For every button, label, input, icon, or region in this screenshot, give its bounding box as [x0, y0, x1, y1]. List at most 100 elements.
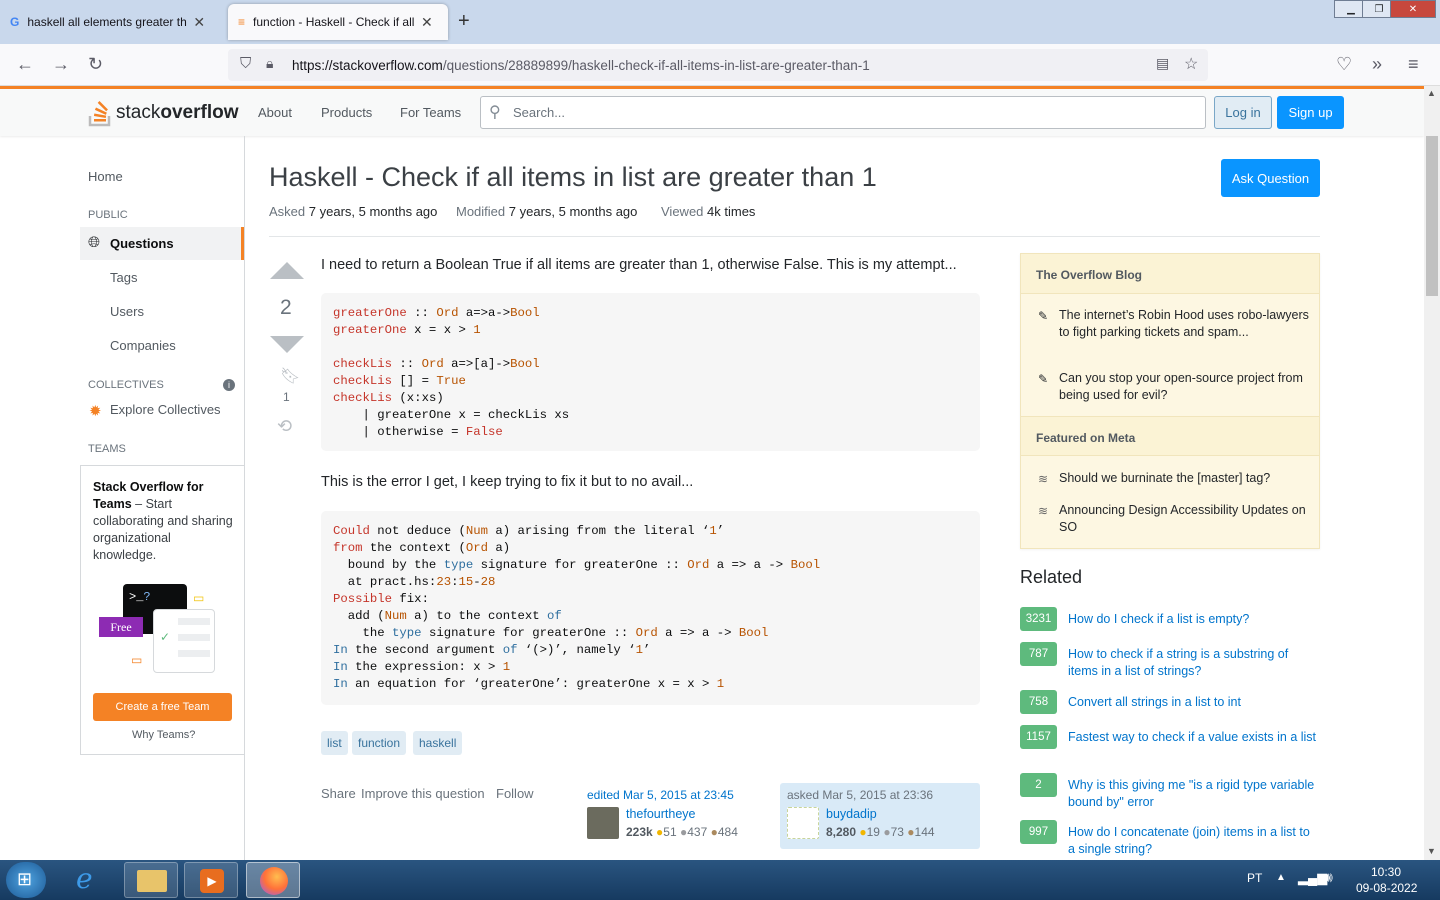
question-body-text: This is the error I get, I keep trying t…: [321, 474, 694, 490]
asked-label: asked Mar 5, 2015 at 23:36: [787, 788, 934, 802]
avatar[interactable]: [787, 807, 819, 839]
close-tab-icon[interactable]: ✕: [193, 14, 205, 31]
share-link[interactable]: Share: [321, 786, 356, 801]
taskbar-ie[interactable]: e: [64, 862, 118, 898]
stackoverflow-logo[interactable]: stack overflow: [88, 99, 238, 127]
clock-date[interactable]: 09-08-2022: [1356, 881, 1417, 895]
close-window-icon[interactable]: ✕: [1390, 0, 1436, 18]
pocket-icon[interactable]: ♡: [1336, 54, 1352, 75]
taskbar-media-player[interactable]: ▶: [184, 862, 238, 898]
checklist-illustration: ✓: [153, 609, 215, 673]
improve-question-link[interactable]: Improve this question: [361, 786, 485, 801]
sidebar-item-home[interactable]: Home: [88, 169, 123, 184]
related-link[interactable]: How to check if a string is a substring …: [1068, 646, 1318, 680]
upvote-icon[interactable]: [270, 262, 304, 279]
related-count[interactable]: 758: [1020, 690, 1057, 714]
network-icon[interactable]: ▂▄▆: [1298, 870, 1327, 886]
meta-item[interactable]: Should we burninate the [master] tag?: [1059, 470, 1309, 487]
related-count[interactable]: 2: [1020, 773, 1057, 797]
sidebar-item-tags[interactable]: Tags: [110, 270, 137, 285]
sidebar-section-public: PUBLIC: [88, 209, 128, 221]
logo-text-light: stack: [116, 102, 161, 123]
blog-item[interactable]: The internet’s Robin Hood uses robo-lawy…: [1059, 307, 1309, 341]
lock-icon[interactable]: 🔒︎: [266, 55, 273, 72]
related-count[interactable]: 787: [1020, 642, 1057, 666]
ask-question-button[interactable]: Ask Question: [1221, 159, 1320, 197]
back-icon[interactable]: ←: [16, 54, 34, 75]
menu-icon[interactable]: ≡: [1408, 54, 1419, 75]
search-input[interactable]: ⚲ Search...: [480, 96, 1206, 129]
blog-heading: The Overflow Blog: [1021, 254, 1319, 294]
scroll-down-icon[interactable]: ▼: [1427, 846, 1436, 856]
why-teams-link[interactable]: Why Teams?: [132, 729, 195, 741]
tray-arrow-icon[interactable]: ▲: [1276, 872, 1286, 883]
scroll-up-icon[interactable]: ▲: [1427, 88, 1436, 98]
create-team-button[interactable]: Create a free Team: [93, 693, 232, 721]
sidebar-item-companies[interactable]: Companies: [110, 338, 176, 353]
blog-item[interactable]: Can you stop your open-source project fr…: [1059, 370, 1309, 404]
logo-text-bold: overflow: [160, 102, 239, 123]
overflow-blog-widget: The Overflow Blog ✎ The internet’s Robin…: [1020, 253, 1320, 549]
history-icon[interactable]: ⟲: [277, 416, 292, 437]
related-link[interactable]: Why is this giving me "is a rigid type v…: [1068, 777, 1318, 811]
tab-stackoverflow[interactable]: ≡ function - Haskell - Check if all item…: [228, 4, 448, 40]
search-icon: ⚲: [489, 104, 501, 121]
downvote-icon[interactable]: [270, 336, 304, 353]
editor-card: edited Mar 5, 2015 at 23:45 thefourtheye…: [580, 783, 770, 849]
browser-tab-bar: G haskell all elements greater than 1 ✕ …: [0, 0, 1440, 44]
close-tab-icon[interactable]: ✕: [421, 14, 433, 31]
avatar[interactable]: [587, 807, 619, 839]
sidebar-item-explore-collectives[interactable]: Explore Collectives: [110, 402, 221, 417]
related-count[interactable]: 997: [1020, 820, 1057, 844]
tab-haskell-search[interactable]: G haskell all elements greater than 1 ✕: [0, 4, 222, 40]
language-indicator[interactable]: PT: [1247, 871, 1262, 885]
edited-label[interactable]: edited Mar 5, 2015 at 23:45: [587, 788, 763, 802]
windows-icon: ⊞: [17, 869, 33, 889]
user-name[interactable]: buydadip: [826, 807, 877, 821]
related-link[interactable]: How do I check if a list is empty?: [1068, 611, 1318, 628]
related-count[interactable]: 1157: [1020, 725, 1057, 749]
follow-link[interactable]: Follow: [496, 786, 534, 801]
info-icon[interactable]: i: [223, 379, 235, 391]
taskbar-firefox[interactable]: [246, 862, 300, 898]
related-count[interactable]: 3231: [1020, 607, 1057, 631]
search-placeholder: Search...: [513, 105, 566, 120]
sidebar-item-questions[interactable]: 🌐︎ Questions: [80, 227, 244, 260]
internet-explorer-icon: e: [76, 862, 93, 895]
volume-icon[interactable]: 🔊︎: [1324, 869, 1333, 886]
forward-icon[interactable]: →: [52, 54, 70, 75]
nav-for-teams[interactable]: For Teams: [400, 105, 461, 120]
tag-haskell[interactable]: haskell: [413, 731, 463, 755]
firefox-icon: [260, 867, 288, 895]
meta-item[interactable]: Announcing Design Accessibility Updates …: [1059, 502, 1309, 536]
reader-view-icon[interactable]: ▤: [1156, 55, 1169, 72]
nav-products[interactable]: Products: [321, 105, 372, 120]
new-tab-icon[interactable]: +: [458, 10, 470, 33]
tab-title: haskell all elements greater than 1: [27, 15, 187, 29]
related-link[interactable]: Fastest way to check if a value exists i…: [1068, 729, 1318, 746]
clock-time[interactable]: 10:30: [1371, 865, 1401, 879]
tag-list[interactable]: list: [321, 731, 348, 755]
login-button[interactable]: Log in: [1214, 96, 1272, 129]
sidebar-section-teams: TEAMS: [88, 443, 126, 455]
url-bar[interactable]: ⛉ 🔒︎ https://stackoverflow.com/questions…: [228, 49, 1208, 81]
user-name[interactable]: thefourtheye: [626, 807, 696, 821]
bookmark-star-icon[interactable]: ☆: [1184, 54, 1198, 74]
related-link[interactable]: Convert all strings in a list to int: [1068, 694, 1318, 711]
reload-icon[interactable]: ↻: [88, 54, 103, 75]
shield-icon[interactable]: ⛉: [240, 55, 251, 72]
nav-about[interactable]: About: [258, 105, 292, 120]
sidebar-item-users[interactable]: Users: [110, 304, 144, 319]
code-block-2: Could not deduce (Num a) arising from th…: [321, 511, 980, 705]
signup-button[interactable]: Sign up: [1277, 96, 1344, 129]
extensions-icon[interactable]: »: [1372, 54, 1382, 75]
start-button[interactable]: ⊞: [6, 862, 46, 898]
tag-function[interactable]: function: [352, 731, 407, 755]
related-link[interactable]: How do I concatenate (join) items in a l…: [1068, 824, 1318, 858]
gold-badges: 19: [866, 825, 880, 839]
scrollbar-thumb[interactable]: [1426, 136, 1438, 296]
bookmark-icon[interactable]: 🔖︎: [280, 366, 300, 386]
taskbar-explorer[interactable]: [124, 862, 178, 898]
stackexchange-icon: ≋: [1038, 472, 1049, 486]
left-sidebar: Home PUBLIC 🌐︎ Questions Tags Users Comp…: [80, 136, 245, 860]
